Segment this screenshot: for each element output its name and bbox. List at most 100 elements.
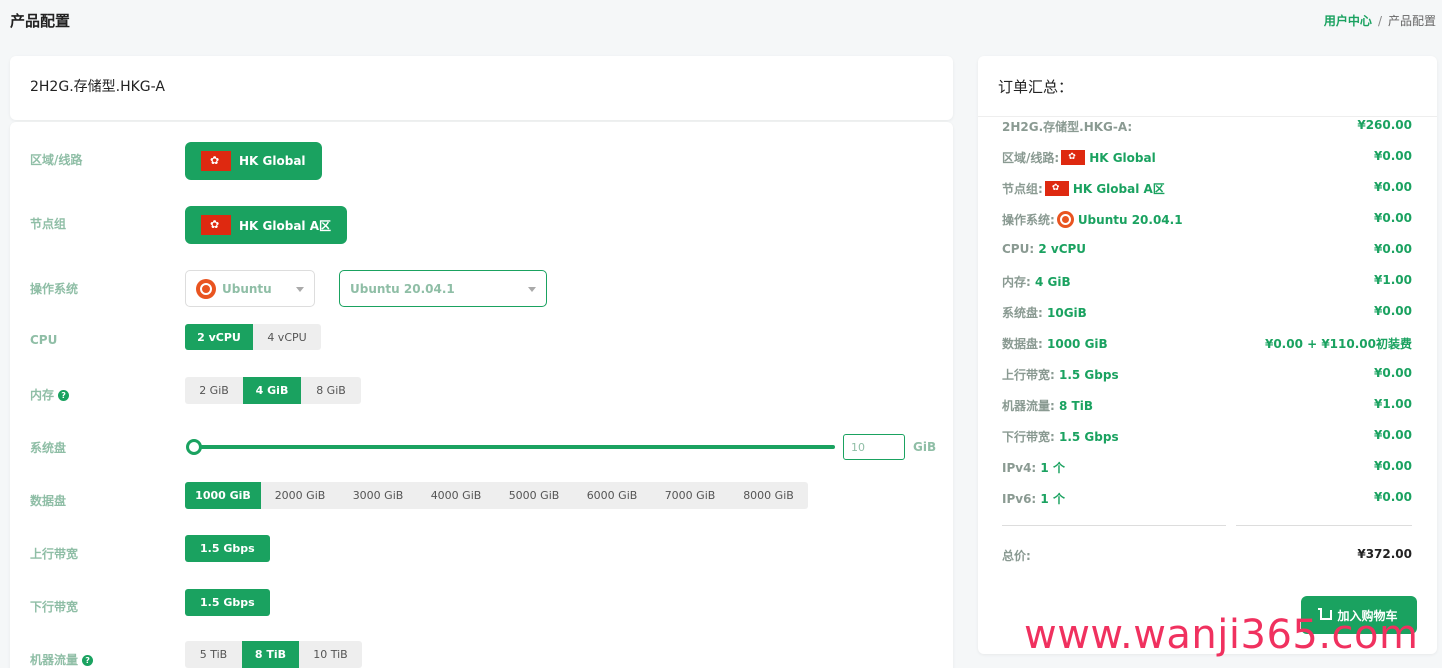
order-summary-title: 订单汇总：: [998, 78, 1074, 96]
data-disk-option[interactable]: 6000 GiB: [573, 482, 651, 509]
data-disk-label: 数据盘: [30, 494, 67, 508]
cpu-label: CPU: [30, 333, 58, 347]
data-disk-option[interactable]: 2000 GiB: [261, 482, 339, 509]
system-disk-slider-handle[interactable]: [186, 439, 202, 455]
upload-bandwidth-option[interactable]: 1.5 Gbps: [185, 535, 270, 562]
os-version-select[interactable]: Ubuntu 20.04.1: [339, 270, 547, 307]
summary-key: CPU:: [1002, 242, 1035, 256]
summary-key: 内存:: [1002, 275, 1031, 289]
summary-price: ¥0.00: [1374, 366, 1412, 380]
summary-price: ¥0.00: [1374, 304, 1412, 318]
total-label: 总价:: [1002, 549, 1031, 563]
summary-value: HK Global A区: [1072, 182, 1165, 196]
cpu-options: 2 vCPU 4 vCPU: [185, 324, 321, 350]
hk-flag-icon: [1061, 150, 1086, 165]
summary-key: 操作系统:: [1002, 213, 1055, 227]
summary-price: ¥0.00: [1374, 242, 1412, 256]
summary-value: 10GiB: [1047, 306, 1087, 320]
summary-row: 机器流量: 8 TiB ¥1.00: [1002, 397, 1412, 414]
summary-price: ¥0.00: [1374, 211, 1412, 225]
summary-row: 下行带宽: 1.5 Gbps ¥0.00: [1002, 428, 1412, 445]
product-name-card: 2H2G.存储型.HKG-A: [10, 56, 953, 120]
memory-label: 内存?: [30, 386, 70, 403]
region-button[interactable]: HK Global: [185, 142, 322, 180]
traffic-options: 5 TiB 8 TiB 10 TiB: [185, 641, 362, 668]
summary-price: ¥0.00: [1374, 459, 1412, 473]
data-disk-option[interactable]: 7000 GiB: [651, 482, 729, 509]
data-disk-option[interactable]: 5000 GiB: [495, 482, 573, 509]
summary-price: ¥260.00: [1357, 118, 1412, 132]
summary-row: 区域/线路: HK Global ¥0.00: [1002, 149, 1412, 166]
summary-key: 上行带宽:: [1002, 368, 1055, 382]
data-disk-option[interactable]: 8000 GiB: [729, 482, 808, 509]
help-icon[interactable]: ?: [82, 655, 94, 666]
data-disk-option[interactable]: 1000 GiB: [185, 482, 261, 509]
system-disk-slider-track[interactable]: [193, 445, 835, 449]
os-select[interactable]: Ubuntu: [185, 270, 315, 307]
summary-price: ¥1.00: [1374, 397, 1412, 411]
summary-key: 系统盘:: [1002, 306, 1043, 320]
summary-key: IPv6:: [1002, 492, 1037, 506]
cpu-option[interactable]: 4 vCPU: [253, 324, 321, 350]
system-disk-label: 系统盘: [30, 441, 67, 455]
product-name: 2H2G.存储型.HKG-A: [30, 79, 165, 95]
page-title: 产品配置: [10, 12, 71, 30]
memory-options: 2 GiB 4 GiB 8 GiB: [185, 377, 361, 404]
memory-option[interactable]: 4 GiB: [243, 377, 301, 404]
summary-price: ¥0.00: [1374, 149, 1412, 163]
system-disk-unit: GiB: [913, 440, 937, 454]
memory-option[interactable]: 2 GiB: [185, 377, 243, 404]
traffic-option[interactable]: 10 TiB: [299, 641, 362, 668]
summary-key: IPv4:: [1002, 461, 1037, 475]
hk-flag-icon: [201, 151, 231, 171]
breadcrumb-current: 产品配置: [1387, 14, 1436, 28]
breadcrumb-home-link[interactable]: 用户中心: [1324, 14, 1372, 28]
summary-row: 内存: 4 GiB ¥1.00: [1002, 273, 1412, 290]
summary-key: 机器流量:: [1002, 399, 1055, 413]
os-select-value: Ubuntu: [222, 281, 272, 296]
summary-row: 节点组: HK Global A区 ¥0.00: [1002, 180, 1412, 197]
chevron-down-icon: [528, 287, 536, 292]
node-group-button-label: HK Global A区: [239, 218, 331, 233]
summary-row: 上行带宽: 1.5 Gbps ¥0.00: [1002, 366, 1412, 383]
data-disk-option[interactable]: 3000 GiB: [339, 482, 417, 509]
ubuntu-icon: [196, 278, 216, 299]
os-label: 操作系统: [30, 282, 79, 296]
summary-row: 操作系统: Ubuntu 20.04.1 ¥0.00: [1002, 211, 1412, 228]
region-button-label: HK Global: [239, 154, 306, 168]
summary-value: 1000 GiB: [1047, 337, 1108, 351]
summary-value: HK Global: [1089, 151, 1156, 165]
region-label: 区域/线路: [30, 153, 83, 167]
summary-row: 系统盘: 10GiB ¥0.00: [1002, 304, 1412, 321]
summary-price: ¥0.00: [1374, 180, 1412, 194]
summary-key: 2H2G.存储型.HKG-A:: [1002, 120, 1133, 134]
summary-value: 1 个: [1040, 461, 1065, 475]
summary-value: 8 TiB: [1059, 399, 1093, 413]
summary-row: IPv4: 1 个 ¥0.00: [1002, 459, 1412, 476]
download-bandwidth-option[interactable]: 1.5 Gbps: [185, 589, 270, 616]
summary-key: 区域/线路:: [1002, 151, 1060, 165]
summary-value: 2 vCPU: [1038, 242, 1087, 256]
traffic-option[interactable]: 5 TiB: [185, 641, 242, 668]
system-disk-input[interactable]: 10: [843, 434, 905, 460]
summary-row: IPv6: 1 个 ¥0.00: [1002, 490, 1412, 507]
divider: [1236, 525, 1412, 526]
summary-row: 2H2G.存储型.HKG-A: ¥260.00: [1002, 118, 1412, 135]
node-group-button[interactable]: HK Global A区: [185, 206, 347, 244]
summary-value: Ubuntu 20.04.1: [1077, 213, 1183, 227]
cpu-option[interactable]: 2 vCPU: [185, 324, 253, 350]
order-summary-card: 订单汇总： 2H2G.存储型.HKG-A: ¥260.00 区域/线路: HK G…: [978, 56, 1437, 654]
help-icon[interactable]: ?: [58, 390, 70, 401]
summary-value: 4 GiB: [1035, 275, 1071, 289]
upload-bandwidth-label: 上行带宽: [30, 547, 79, 561]
summary-price: ¥0.00 + ¥110.00初装费: [1264, 337, 1412, 351]
memory-option[interactable]: 8 GiB: [301, 377, 361, 404]
breadcrumb: 用户中心 / 产品配置: [1324, 12, 1436, 29]
total-price: ¥372.00: [1357, 547, 1412, 561]
ubuntu-icon: [1056, 211, 1074, 228]
traffic-label: 机器流量?: [30, 651, 94, 668]
data-disk-option[interactable]: 4000 GiB: [417, 482, 495, 509]
traffic-option[interactable]: 8 TiB: [242, 641, 299, 668]
summary-key: 节点组:: [1002, 182, 1043, 196]
node-group-label: 节点组: [30, 217, 67, 231]
